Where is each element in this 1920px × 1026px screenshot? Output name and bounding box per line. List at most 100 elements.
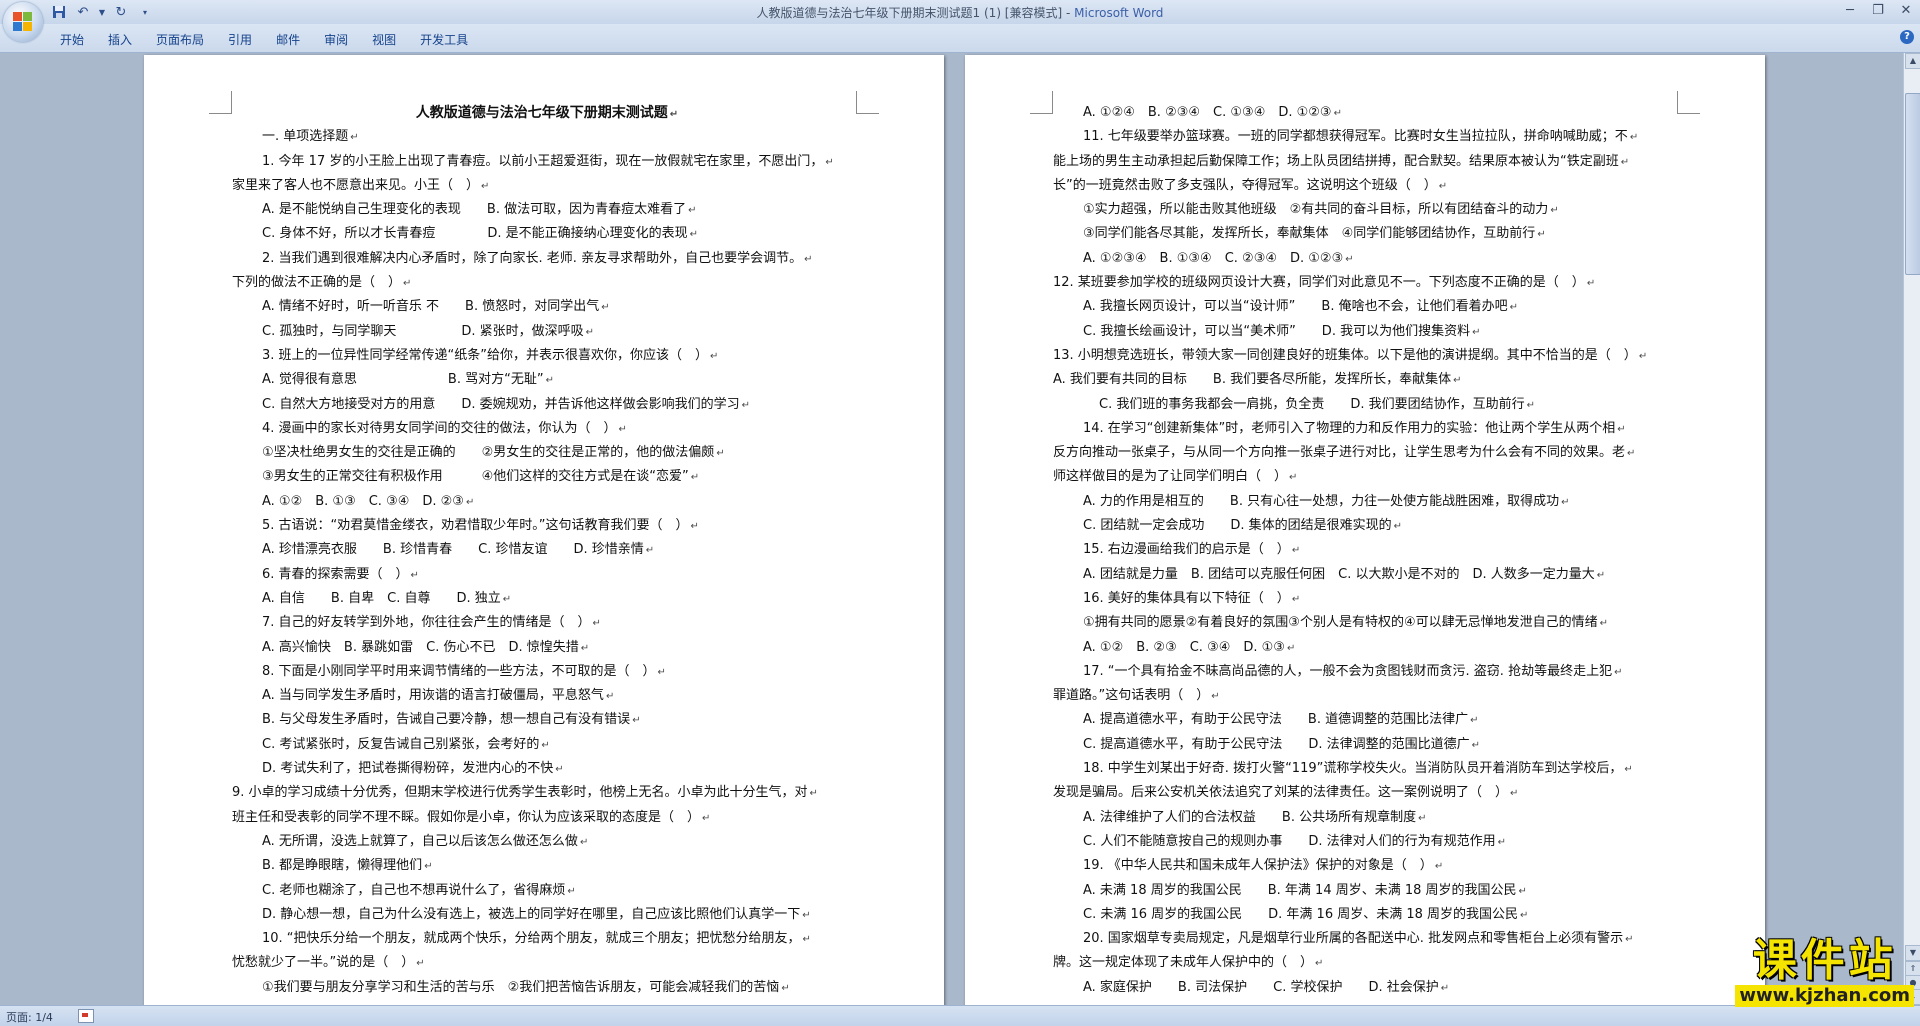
text-line[interactable]: 反方向推动一张桌子，与从同一个方向推一张桌子进行对比，让学生思考为什么会有不同的…	[1053, 441, 1683, 465]
text-line[interactable]: 2. 当我们遇到很难解决内心矛盾时，除了向家长. 老师. 亲友寻求帮助外，自己也…	[232, 247, 862, 271]
text-line[interactable]: C. 我擅长绘画设计，可以当“美术师” D. 我可以为他们搜集资料	[1053, 320, 1683, 344]
text-line[interactable]: 15. 右边漫画给我们的启示是（ ）	[1053, 538, 1683, 562]
text-line[interactable]: 能上场的男生主动承担起后勤保障工作；场上队员团结拼搏，配合默契。结果原本被认为“…	[1053, 150, 1683, 174]
text-line[interactable]: C. 提高道德水平，有助于公民守法 D. 法律调整的范围比道德广	[1053, 733, 1683, 757]
text-line[interactable]: 下列的做法不正确的是（ ）	[232, 271, 862, 295]
minimize-icon[interactable]: ─	[1836, 0, 1864, 20]
scroll-up-icon[interactable]: ▲	[1905, 53, 1920, 69]
text-line[interactable]: ③男女生的正常交往有积极作用 ④他们这样的交往方式是在谈“恋爱”	[232, 465, 862, 489]
text-line[interactable]: A. 家庭保护 B. 司法保护 C. 学校保护 D. 社会保护	[1053, 976, 1683, 1000]
text-line[interactable]: 12. 某班要参加学校的班级网页设计大赛，同学们对此意见不一。下列态度不正确的是…	[1053, 271, 1683, 295]
text-line[interactable]: A. 我擅长网页设计，可以当“设计师” B. 俺啥也不会，让他们看着办吧	[1053, 295, 1683, 319]
document-title[interactable]: 人教版道德与法治七年级下册期末测试题	[232, 101, 862, 125]
text-line[interactable]: ①坚决杜绝男女生的交往是正确的 ②男女生的交往是正常的，他的做法偏颇	[232, 441, 862, 465]
text-line[interactable]: A. 觉得很有意思 B. 骂对方“无耻”	[232, 368, 862, 392]
document-area[interactable]: 人教版道德与法治七年级下册期末测试题一. 单项选择题1. 今年 17 岁的小王脸…	[0, 53, 1904, 1005]
text-line[interactable]: C. 未满 16 周岁的我国公民 D. 年满 16 周岁、未满 18 周岁的我国…	[1053, 903, 1683, 927]
text-line[interactable]: B. 都是睁眼瞎，懒得理他们	[232, 854, 862, 878]
text-line[interactable]: A. 高兴愉快 B. 暴跳如雷 C. 伤心不已 D. 惊惶失措	[232, 636, 862, 660]
tab-developer[interactable]: 开发工具	[408, 29, 480, 50]
text-line[interactable]: 发现是骗局。后来公安机关依法追究了刘某的法律责任。这一案例说明了（ ）	[1053, 781, 1683, 805]
text-line[interactable]: 20. 国家烟草专卖局规定，凡是烟草行业所属的各配送中心. 批发网点和零售柜台上…	[1053, 927, 1683, 951]
text-line[interactable]: B. 与父母发生矛盾时，告诫自己要冷静，想一想自己有没有错误	[232, 708, 862, 732]
text-line[interactable]: 13. 小明想竞选班长，带领大家一同创建良好的班集体。以下是他的演讲提纲。其中不…	[1053, 344, 1683, 368]
restore-icon[interactable]: ❐	[1864, 0, 1892, 20]
text-line[interactable]: 9. 小卓的学习成绩十分优秀，但期末学校进行优秀学生表彰时，他榜上无名。小卓为此…	[232, 781, 862, 805]
text-line[interactable]: 18. 中学生刘某出于好奇. 拨打火警“119”谎称学校失火。当消防队员开着消防…	[1053, 757, 1683, 781]
text-line[interactable]: A. ①② B. ②③ C. ③④ D. ①③	[1053, 636, 1683, 660]
page-2-text[interactable]: A. ①②④ B. ②③④ C. ①③④ D. ①②③11. 七年级要举办篮球赛…	[1053, 101, 1683, 1000]
text-line[interactable]: C. 孤独时，与同学聊天 D. 紧张时，做深呼吸	[232, 320, 862, 344]
text-line[interactable]: 一. 单项选择题	[232, 125, 862, 149]
text-line[interactable]: 4. 漫画中的家长对待男女同学间的交往的做法，你认为（ ）	[232, 417, 862, 441]
tab-mailings[interactable]: 邮件	[264, 29, 312, 50]
text-line[interactable]: A. 当与同学发生矛盾时，用诙谐的语言打破僵局，平息怒气	[232, 684, 862, 708]
text-line[interactable]: 忧愁就少了一半。”说的是（ ）	[232, 951, 862, 975]
office-button[interactable]	[3, 2, 43, 42]
page-count[interactable]: 页面: 1/4	[6, 1009, 53, 1025]
text-line[interactable]: 10. “把快乐分给一个朋友，就成两个快乐，分给两个朋友，就成三个朋友；把忧愁分…	[232, 927, 862, 951]
text-line[interactable]: 17. “一个具有拾金不昧高尚品德的人，一般不会为贪图钱财而贪污. 盗窃. 抢劫…	[1053, 660, 1683, 684]
text-line[interactable]: 师这样做目的是为了让同学们明白（ ）	[1053, 465, 1683, 489]
document-page-2[interactable]: A. ①②④ B. ②③④ C. ①③④ D. ①②③11. 七年级要举办篮球赛…	[965, 55, 1765, 1005]
text-line[interactable]: 7. 自己的好友转学到外地，你往往会产生的情绪是（ ）	[232, 611, 862, 635]
text-line[interactable]: 19. 《中华人民共和国未成年人保护法》保护的对象是（ ）	[1053, 854, 1683, 878]
tab-review[interactable]: 审阅	[312, 29, 360, 50]
tab-insert[interactable]: 插入	[96, 29, 144, 50]
text-line[interactable]: ③同学们能各尽其能，发挥所长，奉献集体 ④同学们能够团结协作，互助前行	[1053, 222, 1683, 246]
text-line[interactable]: A. 提高道德水平，有助于公民守法 B. 道德调整的范围比法律广	[1053, 708, 1683, 732]
text-line[interactable]: A. 是不能悦纳自己生理变化的表现 B. 做法可取，因为青春痘太难看了	[232, 198, 862, 222]
text-line[interactable]: D. 考试失利了，把试卷撕得粉碎，发泄内心的不快	[232, 757, 862, 781]
help-icon[interactable]: ?	[1900, 30, 1914, 44]
tab-home[interactable]: 开始	[48, 29, 96, 50]
text-line[interactable]: 5. 古语说：“劝君莫惜金缕衣，劝君惜取少年时。”这句话教育我们要（ ）	[232, 514, 862, 538]
page-1-text[interactable]: 人教版道德与法治七年级下册期末测试题一. 单项选择题1. 今年 17 岁的小王脸…	[232, 101, 862, 1000]
text-line[interactable]: C. 自然大方地接受对方的用意 D. 委婉规劝，并告诉他这样做会影响我们的学习	[232, 393, 862, 417]
text-line[interactable]: D. 静心想一想，自己为什么没有选上，被选上的同学好在哪里，自己应该比照他们认真…	[232, 903, 862, 927]
text-line[interactable]: C. 考试紧张时，反复告诫自己别紧张，会考好的	[232, 733, 862, 757]
text-line[interactable]: A. 情绪不好时，听一听音乐 不 B. 愤怒时，对同学出气	[232, 295, 862, 319]
text-line[interactable]: 6. 青春的探索需要（ ）	[232, 563, 862, 587]
text-line[interactable]: C. 我们班的事务我都会一肩挑，负全责 D. 我们要团结协作，互助前行	[1053, 393, 1683, 417]
text-line[interactable]: C. 老师也糊涂了，自己也不想再说什么了，省得麻烦	[232, 879, 862, 903]
watermark-title: 课件站	[1752, 935, 1897, 986]
text-line[interactable]: 8. 下面是小刚同学平时用来调节情绪的一些方法，不可取的是（ ）	[232, 660, 862, 684]
text-line[interactable]: A. 自信 B. 自卑 C. 自尊 D. 独立	[232, 587, 862, 611]
document-page-1[interactable]: 人教版道德与法治七年级下册期末测试题一. 单项选择题1. 今年 17 岁的小王脸…	[144, 55, 944, 1005]
text-line[interactable]: 家里来了客人也不愿意出来见。小王（ ）	[232, 174, 862, 198]
text-line[interactable]: 14. 在学习“创建新集体”时，老师引入了物理的力和反作用力的实验：他让两个学生…	[1053, 417, 1683, 441]
tab-view[interactable]: 视图	[360, 29, 408, 50]
crop-mark	[209, 91, 232, 114]
text-line[interactable]: 11. 七年级要举办篮球赛。一班的同学都想获得冠军。比赛时女生当拉拉队，拼命呐喊…	[1053, 125, 1683, 149]
text-line[interactable]: A. 我们要有共同的目标 B. 我们要各尽所能，发挥所长，奉献集体	[1053, 368, 1683, 392]
title-bar: ↶ ▼ ↻ ▾ 人教版道德与法治七年级下册期末测试题1 (1) [兼容模式] -…	[0, 0, 1920, 25]
close-icon[interactable]: ✕	[1892, 0, 1920, 20]
text-line[interactable]: A. 无所谓，没选上就算了，自己以后该怎么做还怎么做	[232, 830, 862, 854]
scroll-thumb[interactable]	[1905, 93, 1920, 275]
text-line[interactable]: ①实力超强，所以能击败其他班级 ②有共同的奋斗目标，所以有团结奋斗的动力	[1053, 198, 1683, 222]
vertical-scrollbar[interactable]: ▲ ▼ ⇑ ● ⇓	[1903, 53, 1920, 1005]
text-line[interactable]: 班主任和受表彰的同学不理不睬。假如你是小卓，你认为应该采取的态度是（ ）	[232, 806, 862, 830]
text-line[interactable]: 长”的一班竟然击败了多支强队，夺得冠军。这说明这个班级（ ）	[1053, 174, 1683, 198]
proofing-icon[interactable]	[78, 1009, 94, 1023]
text-line[interactable]: A. ①②④ B. ②③④ C. ①③④ D. ①②③	[1053, 101, 1683, 125]
tab-references[interactable]: 引用	[216, 29, 264, 50]
text-line[interactable]: 16. 美好的集体具有以下特征（ ）	[1053, 587, 1683, 611]
tab-page-layout[interactable]: 页面布局	[144, 29, 216, 50]
text-line[interactable]: A. ①② B. ①③ C. ③④ D. ②③	[232, 490, 862, 514]
text-line[interactable]: C. 人们不能随意按自己的规则办事 D. 法律对人们的行为有规范作用	[1053, 830, 1683, 854]
text-line[interactable]: A. ①②③④ B. ①③④ C. ②③④ D. ①②③	[1053, 247, 1683, 271]
text-line[interactable]: ①我们要与朋友分享学习和生活的苦与乐 ②我们把苦恼告诉朋友，可能会减轻我们的苦恼	[232, 976, 862, 1000]
text-line[interactable]: 罪道路。”这句话表明（ ）	[1053, 684, 1683, 708]
text-line[interactable]: 1. 今年 17 岁的小王脸上出现了青春痘。以前小王超爱逛街，现在一放假就宅在家…	[232, 150, 862, 174]
text-line[interactable]: A. 未满 18 周岁的我国公民 B. 年满 14 周岁、未满 18 周岁的我国…	[1053, 879, 1683, 903]
text-line[interactable]: 3. 班上的一位异性同学经常传递“纸条”给你，并表示很喜欢你，你应该（ ）	[232, 344, 862, 368]
text-line[interactable]: C. 身体不好，所以才长青春痘 D. 是不能正确接纳心理变化的表现	[232, 222, 862, 246]
text-line[interactable]: 牌。这一规定体现了未成年人保护中的（ ）	[1053, 951, 1683, 975]
text-line[interactable]: A. 团结就是力量 B. 团结可以克服任何困 C. 以大欺小是不对的 D. 人数…	[1053, 563, 1683, 587]
text-line[interactable]: ①拥有共同的愿景②有着良好的氛围③个别人是有特权的④可以肆无忌惮地发泄自己的情绪	[1053, 611, 1683, 635]
text-line[interactable]: A. 珍惜漂亮衣服 B. 珍惜青春 C. 珍惜友谊 D. 珍惜亲情	[232, 538, 862, 562]
text-line[interactable]: C. 团结就一定会成功 D. 集体的团结是很难实现的	[1053, 514, 1683, 538]
text-line[interactable]: A. 法律维护了人们的合法权益 B. 公共场所有规章制度	[1053, 806, 1683, 830]
text-line[interactable]: A. 力的作用是相互的 B. 只有心往一处想，力往一处使方能战胜困难，取得成功	[1053, 490, 1683, 514]
